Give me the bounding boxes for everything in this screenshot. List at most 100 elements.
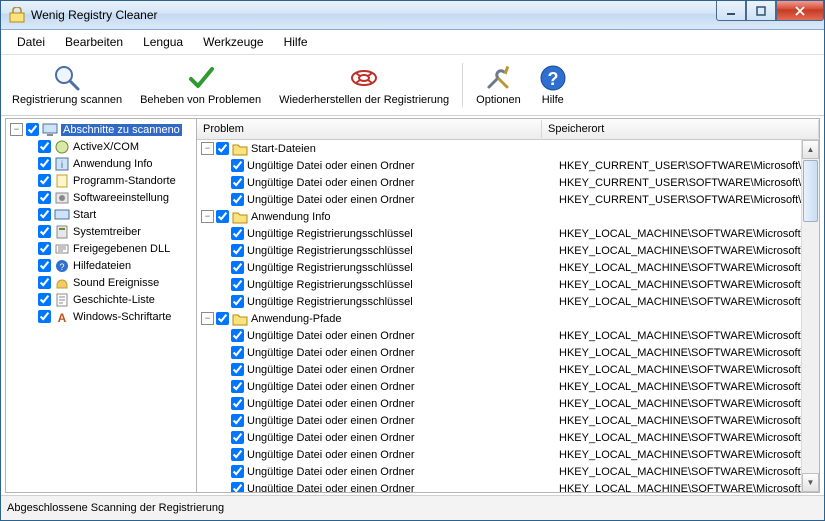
row-check[interactable] <box>231 329 244 342</box>
row-check[interactable] <box>231 278 244 291</box>
result-row[interactable]: Ungültige Datei oder einen OrdnerHKEY_LO… <box>197 395 802 412</box>
row-problem: Ungültige Datei oder einen Ordner <box>247 194 559 206</box>
tree-item-check[interactable] <box>38 276 51 289</box>
result-group[interactable]: −Anwendung-Pfade <box>197 310 802 327</box>
result-row[interactable]: Ungültige RegistrierungsschlüsselHKEY_LO… <box>197 276 802 293</box>
tree-item[interactable]: ?Hilfedateien <box>6 257 196 274</box>
result-row[interactable]: Ungültige Datei oder einen OrdnerHKEY_LO… <box>197 463 802 480</box>
row-location: HKEY_LOCAL_MACHINE\SOFTWARE\Microsoft\Wi… <box>559 449 802 461</box>
tree-item[interactable]: AWindows-Schriftarte <box>6 308 196 325</box>
menu-help[interactable]: Hilfe <box>274 33 318 51</box>
row-check[interactable] <box>231 159 244 172</box>
result-row[interactable]: Ungültige Datei oder einen OrdnerHKEY_LO… <box>197 480 802 492</box>
close-button[interactable] <box>776 1 824 21</box>
tree-item-check[interactable] <box>38 208 51 221</box>
row-check[interactable] <box>231 244 244 257</box>
tree-item-check[interactable] <box>38 310 51 323</box>
maximize-button[interactable] <box>746 1 776 21</box>
menu-tools[interactable]: Werkzeuge <box>193 33 273 51</box>
tree-item[interactable]: Freigegebenen DLL <box>6 240 196 257</box>
tree-item-check[interactable] <box>38 293 51 306</box>
row-check[interactable] <box>231 431 244 444</box>
result-row[interactable]: Ungültige Datei oder einen OrdnerHKEY_CU… <box>197 174 802 191</box>
collapse-icon[interactable]: − <box>10 123 23 136</box>
row-check[interactable] <box>231 261 244 274</box>
tree-item[interactable]: Systemtreiber <box>6 223 196 240</box>
row-location: HKEY_CURRENT_USER\SOFTWARE\Microsoft\Win… <box>559 160 802 172</box>
row-check[interactable] <box>231 193 244 206</box>
row-check[interactable] <box>231 448 244 461</box>
group-check[interactable] <box>216 210 229 223</box>
menu-file[interactable]: Datei <box>7 33 55 51</box>
scroll-thumb[interactable] <box>803 160 818 222</box>
collapse-icon[interactable]: − <box>201 210 214 223</box>
tree-item[interactable]: Programm-Standorte <box>6 172 196 189</box>
result-group[interactable]: −Start-Dateien <box>197 140 802 157</box>
row-check[interactable] <box>231 176 244 189</box>
tree-item[interactable]: Sound Ereignisse <box>6 274 196 291</box>
tree-item[interactable]: Start <box>6 206 196 223</box>
tree-root[interactable]: − Abschnitte zu scanneno <box>6 121 196 138</box>
tree-item[interactable]: Geschichte-Liste <box>6 291 196 308</box>
collapse-icon[interactable]: − <box>201 142 214 155</box>
column-location[interactable]: Speicherort <box>542 120 819 138</box>
result-row[interactable]: Ungültige Datei oder einen OrdnerHKEY_LO… <box>197 344 802 361</box>
vertical-scrollbar[interactable]: ▲ ▼ <box>801 140 819 492</box>
result-row[interactable]: Ungültige Datei oder einen OrdnerHKEY_LO… <box>197 446 802 463</box>
tree-item-check[interactable] <box>38 157 51 170</box>
minimize-button[interactable] <box>716 1 746 21</box>
row-check[interactable] <box>231 346 244 359</box>
tree-item[interactable]: Softwareeinstellung <box>6 189 196 206</box>
result-row[interactable]: Ungültige Datei oder einen OrdnerHKEY_LO… <box>197 429 802 446</box>
group-check[interactable] <box>216 142 229 155</box>
app-icon <box>9 7 25 23</box>
scroll-up[interactable]: ▲ <box>802 140 819 159</box>
column-problem[interactable]: Problem <box>197 120 542 138</box>
results-list[interactable]: −Start-DateienUngültige Datei oder einen… <box>197 140 802 492</box>
sections-tree[interactable]: − Abschnitte zu scanneno ActiveX/COMiAnw… <box>6 119 197 492</box>
collapse-icon[interactable]: − <box>201 312 214 325</box>
row-check[interactable] <box>231 414 244 427</box>
tree-item-label: Geschichte-Liste <box>73 294 155 306</box>
menu-language[interactable]: Lengua <box>133 33 193 51</box>
restore-button[interactable]: Wiederherstellen der Registrierung <box>270 56 458 114</box>
row-check[interactable] <box>231 227 244 240</box>
row-problem: Ungültige Registrierungsschlüssel <box>247 245 559 257</box>
tree-item-check[interactable] <box>38 225 51 238</box>
group-check[interactable] <box>216 312 229 325</box>
result-row[interactable]: Ungültige Datei oder einen OrdnerHKEY_LO… <box>197 361 802 378</box>
tree-item-check[interactable] <box>38 140 51 153</box>
result-group[interactable]: −Anwendung Info <box>197 208 802 225</box>
fix-button[interactable]: Beheben von Problemen <box>131 56 270 114</box>
result-row[interactable]: Ungültige RegistrierungsschlüsselHKEY_LO… <box>197 259 802 276</box>
result-row[interactable]: Ungültige Datei oder einen OrdnerHKEY_CU… <box>197 157 802 174</box>
tree-item-check[interactable] <box>38 191 51 204</box>
row-check[interactable] <box>231 482 244 492</box>
scan-button[interactable]: Registrierung scannen <box>3 56 131 114</box>
tree-item-check[interactable] <box>38 242 51 255</box>
result-row[interactable]: Ungültige RegistrierungsschlüsselHKEY_LO… <box>197 293 802 310</box>
tree-item[interactable]: iAnwendung Info <box>6 155 196 172</box>
result-row[interactable]: Ungültige RegistrierungsschlüsselHKEY_LO… <box>197 225 802 242</box>
tree-item-check[interactable] <box>38 174 51 187</box>
row-check[interactable] <box>231 397 244 410</box>
row-check[interactable] <box>231 295 244 308</box>
result-row[interactable]: Ungültige RegistrierungsschlüsselHKEY_LO… <box>197 242 802 259</box>
tree-item-check[interactable] <box>38 259 51 272</box>
scroll-down[interactable]: ▼ <box>802 473 819 492</box>
row-check[interactable] <box>231 380 244 393</box>
row-location: HKEY_CURRENT_USER\SOFTWARE\Microsoft\Win… <box>559 194 802 206</box>
tree-root-check[interactable] <box>26 123 39 136</box>
result-row[interactable]: Ungültige Datei oder einen OrdnerHKEY_LO… <box>197 378 802 395</box>
menu-edit[interactable]: Bearbeiten <box>55 33 133 51</box>
options-button[interactable]: Optionen <box>467 56 530 114</box>
row-check[interactable] <box>231 465 244 478</box>
help-button[interactable]: ? Hilfe <box>530 56 576 114</box>
result-row[interactable]: Ungültige Datei oder einen OrdnerHKEY_CU… <box>197 191 802 208</box>
result-row[interactable]: Ungültige Datei oder einen OrdnerHKEY_LO… <box>197 412 802 429</box>
folder-icon <box>232 209 248 225</box>
row-check[interactable] <box>231 363 244 376</box>
result-row[interactable]: Ungültige Datei oder einen OrdnerHKEY_LO… <box>197 327 802 344</box>
tree-item[interactable]: ActiveX/COM <box>6 138 196 155</box>
section-icon <box>54 139 70 155</box>
